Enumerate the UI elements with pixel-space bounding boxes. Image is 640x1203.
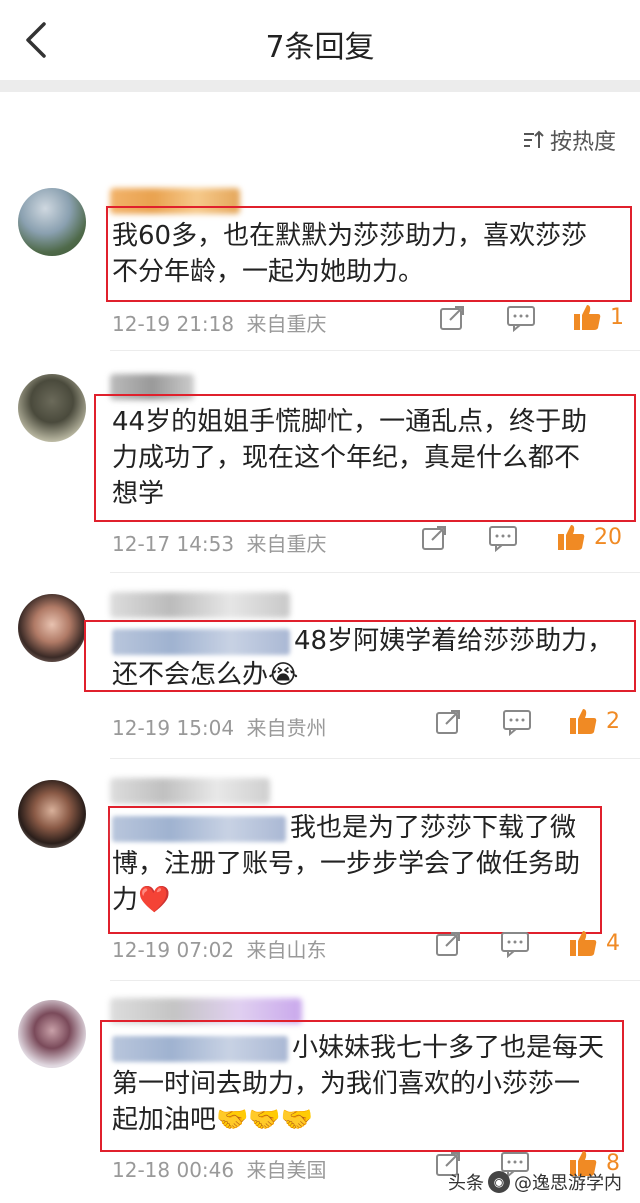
comment-time: 12-19 07:02 [112, 938, 235, 962]
header-bar: 7条回复 [0, 0, 640, 80]
mention-blurred [112, 815, 286, 842]
username-blurred[interactable] [110, 592, 290, 618]
comment-divider [110, 572, 640, 573]
like-button[interactable]: 4 [568, 928, 620, 958]
watermark-handle: @逸思游学内 [514, 1173, 622, 1194]
reply-icon[interactable] [500, 930, 530, 960]
comment-item: 我也是为了莎莎下载了微 博，注册了账号，一步步学会了做任务助 力❤️ 12-19… [0, 772, 640, 982]
comment-location: 来自山东 [246, 938, 327, 962]
mention-blurred [112, 628, 290, 655]
sort-button[interactable]: 按热度 [522, 124, 616, 156]
comment-time: 12-17 14:53 [112, 532, 235, 556]
thumbs-up-icon [574, 305, 601, 330]
watermark-logo-icon: ◉ [488, 1171, 510, 1193]
comment-location: 来自重庆 [246, 532, 327, 556]
comment-meta: 12-18 00:46 来自美国 [112, 1154, 326, 1183]
like-button[interactable]: 20 [556, 522, 622, 552]
thumbs-up-icon [558, 525, 585, 550]
comment-meta: 12-19 21:18 来自重庆 [112, 308, 326, 337]
thumbs-up-icon [570, 931, 597, 956]
avatar[interactable] [18, 594, 86, 662]
comment-text: 我也是为了莎莎下载了微 博，注册了账号，一步步学会了做任务助 力❤️ [112, 813, 581, 915]
sort-icon [523, 130, 544, 148]
header-divider [0, 80, 640, 92]
comment-time: 12-19 21:18 [112, 312, 235, 336]
comment-text: 小妹妹我七十多了也是每天 第一时间去助力，为我们喜欢的小莎莎一 起加油吧🤝🤝🤝 [112, 1033, 605, 1135]
avatar[interactable] [18, 1000, 86, 1068]
comment-item: 44岁的姐姐手慌脚忙，一通乱点，终于助 力成功了，现在这个年纪，真是什么都不 想… [0, 366, 640, 574]
like-count: 20 [594, 524, 622, 550]
comment-divider [110, 350, 640, 351]
share-icon[interactable] [420, 524, 450, 554]
comment-meta: 12-19 07:02 来自山东 [112, 934, 326, 963]
sort-label: 按热度 [549, 130, 616, 155]
comment-item: 我60多，也在默默为莎莎助力，喜欢莎莎 不分年龄，一起为她助力。 12-19 2… [0, 180, 640, 352]
comment-time: 12-18 00:46 [112, 1158, 235, 1182]
avatar[interactable] [18, 374, 86, 442]
like-count: 1 [610, 304, 624, 330]
watermark: 头条 ◉ @逸思游学内 [448, 1169, 622, 1195]
watermark-prefix: 头条 [448, 1173, 484, 1194]
comment-item: 48岁阿姨学着给莎莎助力， 还不会怎么办😭 12-19 15:04 来自贵州 2 [0, 586, 640, 760]
share-icon[interactable] [438, 304, 468, 334]
page-title: 7条回复 [265, 30, 375, 65]
comment-location: 来自重庆 [246, 312, 327, 336]
thumbs-up-icon [570, 709, 597, 734]
comment-text: 48岁阿姨学着给莎莎助力， 还不会怎么办😭 [112, 626, 614, 690]
reply-icon[interactable] [488, 524, 518, 554]
comment-text: 我60多，也在默默为莎莎助力，喜欢莎莎 不分年龄，一起为她助力。 [112, 221, 588, 287]
comment-time: 12-19 15:04 [112, 716, 235, 740]
comment-divider [110, 980, 640, 981]
like-count: 4 [606, 930, 620, 956]
comment-divider [110, 758, 640, 759]
share-icon[interactable] [434, 930, 464, 960]
like-button[interactable]: 1 [572, 302, 624, 332]
comment-text: 44岁的姐姐手慌脚忙，一通乱点，终于助 力成功了，现在这个年纪，真是什么都不 想… [112, 407, 588, 509]
comment-location: 来自贵州 [246, 716, 327, 740]
like-count: 2 [606, 708, 620, 734]
mention-blurred [112, 1035, 288, 1062]
avatar[interactable] [18, 780, 86, 848]
reply-icon[interactable] [502, 708, 532, 738]
comment-location: 来自美国 [246, 1158, 327, 1182]
username-blurred[interactable] [110, 778, 270, 804]
like-button[interactable]: 2 [568, 706, 620, 736]
comment-meta: 12-17 14:53 来自重庆 [112, 528, 326, 557]
avatar[interactable] [18, 188, 86, 256]
share-icon[interactable] [434, 708, 464, 738]
comment-meta: 12-19 15:04 来自贵州 [112, 712, 326, 741]
reply-icon[interactable] [506, 304, 536, 334]
